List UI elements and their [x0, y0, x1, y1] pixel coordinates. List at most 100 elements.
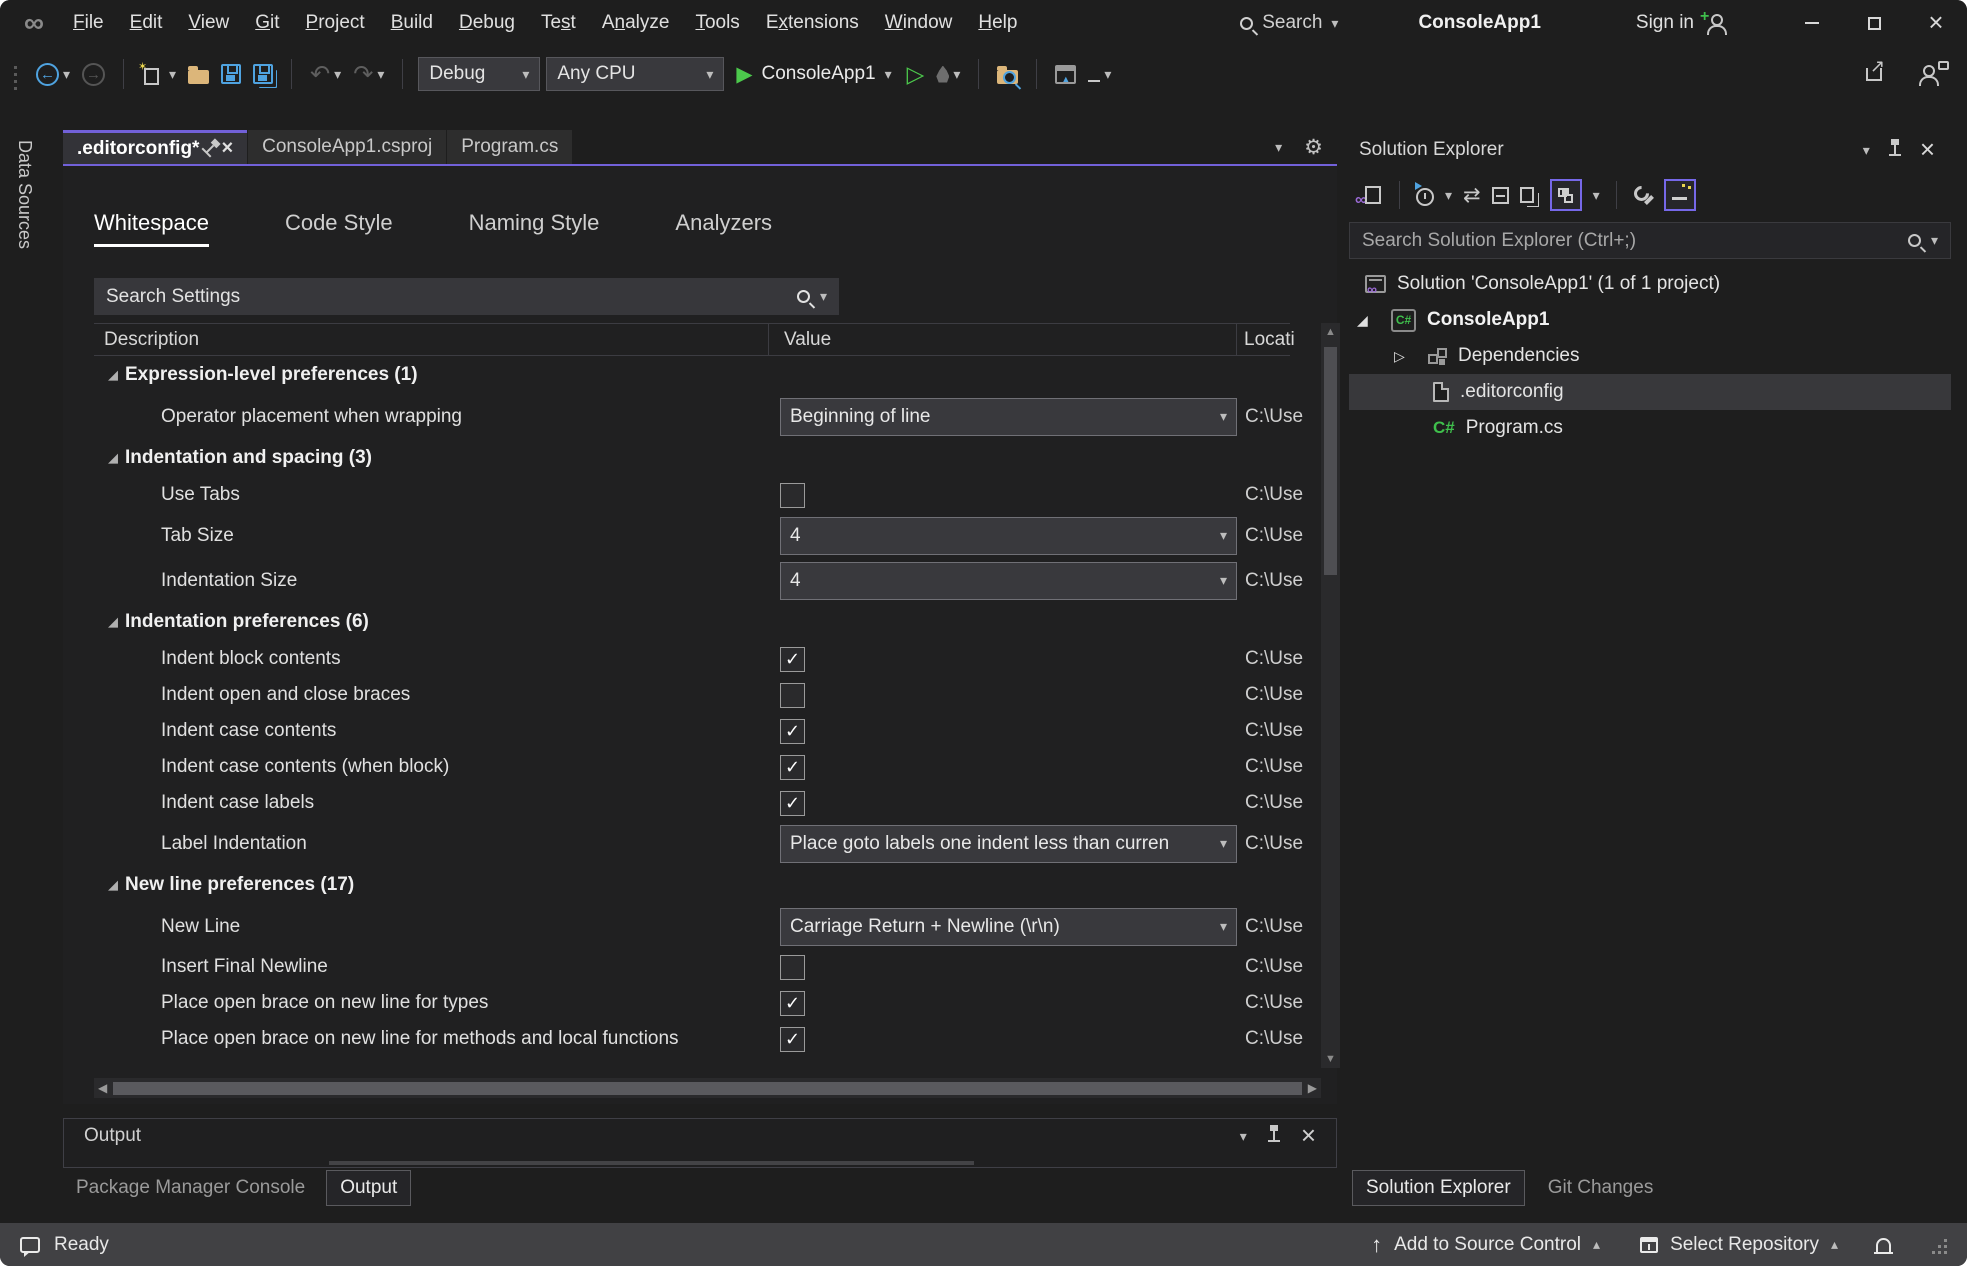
collapse-all-icon[interactable]: [1491, 186, 1509, 204]
platform-combobox[interactable]: Any CPU: [546, 57, 725, 91]
menu-test[interactable]: Test: [528, 5, 589, 41]
output-scrollbar-thumb[interactable]: [329, 1161, 974, 1165]
setting-checkbox[interactable]: [780, 482, 805, 508]
properties-wrench-icon[interactable]: [1633, 185, 1653, 205]
setting-checkbox[interactable]: [780, 954, 805, 980]
settings-group-row[interactable]: Indentation and spacing (3): [94, 439, 1290, 477]
column-separator[interactable]: [768, 324, 769, 355]
publish-button[interactable]: [1052, 64, 1079, 84]
title-search[interactable]: Search: [1240, 12, 1338, 34]
scroll-left-icon[interactable]: ◀: [98, 1081, 107, 1095]
scroll-right-icon[interactable]: ▶: [1308, 1081, 1317, 1095]
settings-group-row[interactable]: Indentation preferences (6): [94, 603, 1290, 641]
save-all-button[interactable]: [250, 64, 276, 84]
scroll-down-icon[interactable]: ▼: [1321, 1053, 1340, 1065]
pin-icon[interactable]: [1888, 139, 1901, 156]
switch-views-icon[interactable]: [1355, 184, 1383, 210]
horizontal-scrollbar-thumb[interactable]: [113, 1081, 1302, 1095]
select-repository-button[interactable]: Select Repository: [1670, 1234, 1819, 1256]
open-file-button[interactable]: [185, 65, 212, 84]
menu-view[interactable]: View: [175, 5, 242, 41]
save-button[interactable]: [218, 64, 244, 84]
tab-package-manager-console[interactable]: Package Manager Console: [63, 1171, 318, 1205]
menu-project[interactable]: Project: [293, 5, 378, 41]
expander-closed-icon[interactable]: [1394, 348, 1428, 365]
close-icon[interactable]: [1920, 136, 1935, 164]
tab-code-style[interactable]: Code Style: [285, 210, 393, 247]
setting-dropdown[interactable]: 4: [780, 516, 1237, 555]
horizontal-scrollbar[interactable]: ◀ ▶: [94, 1078, 1321, 1098]
preview-selected-items-icon[interactable]: [1519, 187, 1534, 203]
document-tab[interactable]: ConsoleApp1.csproj: [248, 130, 447, 164]
redo-button[interactable]: [350, 60, 387, 89]
column-header-value[interactable]: Value: [784, 329, 831, 351]
data-sources-side-tab[interactable]: Data Sources: [14, 140, 35, 249]
scroll-up-icon[interactable]: ▲: [1321, 326, 1340, 338]
menu-edit[interactable]: Edit: [117, 5, 176, 41]
feedback-button[interactable]: [1915, 61, 1949, 86]
chevron-up-icon[interactable]: [1831, 1236, 1838, 1253]
navigate-forward-button[interactable]: →: [79, 62, 108, 86]
expander-icon[interactable]: [108, 450, 125, 466]
document-tab[interactable]: Program.cs: [447, 130, 573, 164]
solution-explorer-search-input[interactable]: Search Solution Explorer (Ctrl+;): [1349, 222, 1951, 259]
setting-checkbox[interactable]: [780, 682, 805, 708]
expander-icon[interactable]: [108, 614, 125, 630]
toolbar-grip[interactable]: [14, 72, 17, 76]
setting-dropdown[interactable]: 4: [780, 561, 1237, 600]
undo-button[interactable]: [307, 60, 344, 89]
setting-checkbox[interactable]: [780, 646, 805, 672]
maximize-button[interactable]: [1843, 0, 1905, 46]
minimize-button[interactable]: [1781, 0, 1843, 46]
notifications-bell-icon[interactable]: [1874, 1237, 1893, 1254]
tree-item-solution-consoleapp1-1-of-1-project[interactable]: Solution 'ConsoleApp1' (1 of 1 project): [1349, 266, 1951, 302]
setting-dropdown[interactable]: Place goto labels one indent less than c…: [780, 824, 1237, 863]
tab-naming-style[interactable]: Naming Style: [469, 210, 600, 247]
close-button[interactable]: [1905, 0, 1967, 46]
chevron-down-icon[interactable]: [1863, 142, 1870, 159]
menu-debug[interactable]: Debug: [446, 5, 528, 41]
toolbar-overflow-button[interactable]: [1085, 66, 1114, 83]
menu-tools[interactable]: Tools: [682, 5, 752, 41]
chevron-up-icon[interactable]: [1593, 1236, 1600, 1253]
tree-item-program-cs[interactable]: Program.cs: [1349, 410, 1951, 446]
tab-output[interactable]: Output: [326, 1170, 412, 1206]
close-icon[interactable]: [1301, 1122, 1316, 1150]
menu-build[interactable]: Build: [378, 5, 446, 41]
close-icon[interactable]: [221, 138, 233, 160]
menu-help[interactable]: Help: [965, 5, 1030, 41]
chevron-down-icon[interactable]: [1240, 1128, 1247, 1145]
menu-window[interactable]: Window: [872, 5, 966, 41]
setting-checkbox[interactable]: [780, 790, 805, 816]
menu-analyze[interactable]: Analyze: [589, 5, 683, 41]
sync-with-active-document-icon[interactable]: [1463, 183, 1481, 208]
add-to-source-control-button[interactable]: Add to Source Control: [1394, 1234, 1581, 1256]
navigate-back-button[interactable]: ←: [33, 62, 73, 86]
vertical-scrollbar[interactable]: ▲ ▼: [1321, 323, 1340, 1068]
setting-checkbox[interactable]: [780, 754, 805, 780]
tab-list-chevron-icon[interactable]: [1275, 139, 1282, 156]
expander-icon[interactable]: [108, 367, 125, 383]
tree-item-consoleapp1[interactable]: ConsoleApp1: [1349, 302, 1951, 338]
tab-analyzers[interactable]: Analyzers: [675, 210, 772, 247]
tree-item-dependencies[interactable]: Dependencies: [1349, 338, 1951, 374]
resize-grip[interactable]: [1935, 1238, 1947, 1251]
settings-group-row[interactable]: New line preferences (17): [94, 866, 1290, 904]
tab-solution-explorer[interactable]: Solution Explorer: [1352, 1170, 1525, 1206]
track-active-item-toggle[interactable]: [1663, 179, 1696, 211]
menu-file[interactable]: File: [60, 5, 117, 41]
pin-icon[interactable]: [206, 144, 215, 153]
pin-icon[interactable]: [1267, 1125, 1280, 1142]
expander-open-icon[interactable]: [1357, 312, 1391, 329]
setting-checkbox[interactable]: [780, 1026, 805, 1052]
setting-dropdown[interactable]: Beginning of line: [780, 397, 1237, 436]
tree-item-editorconfig[interactable]: .editorconfig: [1349, 374, 1951, 410]
menu-git[interactable]: Git: [242, 5, 292, 41]
setting-checkbox[interactable]: [780, 718, 805, 744]
vertical-scrollbar-thumb[interactable]: [1324, 347, 1337, 575]
pending-changes-filter-icon[interactable]: [1415, 182, 1434, 206]
settings-group-row[interactable]: Expression-level preferences (1): [94, 356, 1290, 394]
setting-checkbox[interactable]: [780, 990, 805, 1016]
start-without-debugging-button[interactable]: [904, 61, 928, 88]
hot-reload-button[interactable]: [933, 65, 963, 83]
